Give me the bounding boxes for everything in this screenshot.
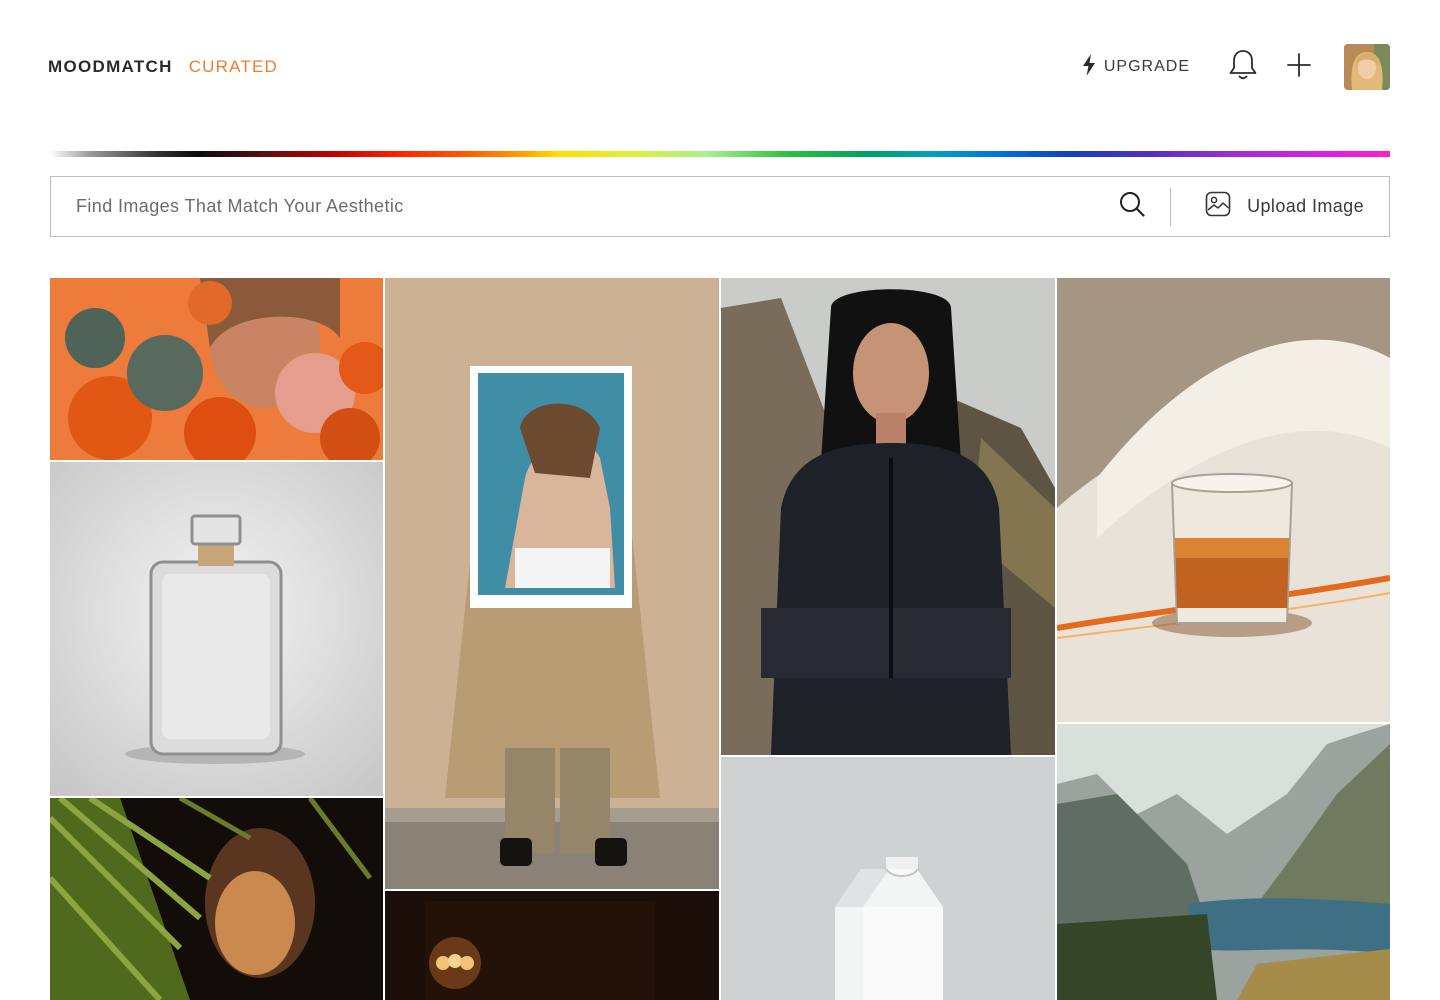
add-button[interactable] [1282,50,1316,84]
bell-icon [1227,48,1259,87]
brand-tag: CURATED [188,57,279,76]
search-input[interactable] [51,177,1113,236]
image-woman-palm[interactable] [50,798,383,1000]
image-mountain-lake[interactable] [1057,724,1390,1000]
header-actions: UPGRADE [1080,44,1390,90]
image-milk-carton[interactable] [721,757,1055,1000]
top-bar: MOODMATCH CURATED UPGRADE [48,42,1390,92]
upload-image-label: Upload Image [1247,196,1364,216]
upgrade-label: UPGRADE [1103,58,1190,75]
image-gallery [50,278,1390,1000]
image-dim-interior[interactable] [385,891,719,1000]
image-glass-decanter[interactable] [50,462,383,796]
image-woman-sportswear[interactable] [721,278,1055,755]
search-icon [1118,190,1146,223]
plus-icon [1286,52,1312,83]
search-button[interactable] [1112,187,1152,227]
upload-image-button[interactable]: Upload Image [1205,191,1364,222]
image-whisky-glass[interactable] [1057,278,1390,722]
bolt-icon [1080,53,1098,82]
brand[interactable]: MOODMATCH CURATED [48,57,278,77]
avatar[interactable] [1344,44,1390,90]
notifications-button[interactable] [1226,48,1260,87]
image-poster-person[interactable] [385,278,719,889]
upgrade-button[interactable]: UPGRADE [1080,53,1190,82]
image-woman-flowers[interactable] [50,278,383,460]
search-divider [1170,187,1172,226]
brand-name: MOODMATCH [48,57,173,76]
color-spectrum-bar[interactable] [50,151,1390,157]
search-bar: Upload Image [50,176,1390,237]
image-upload-icon [1205,191,1231,222]
